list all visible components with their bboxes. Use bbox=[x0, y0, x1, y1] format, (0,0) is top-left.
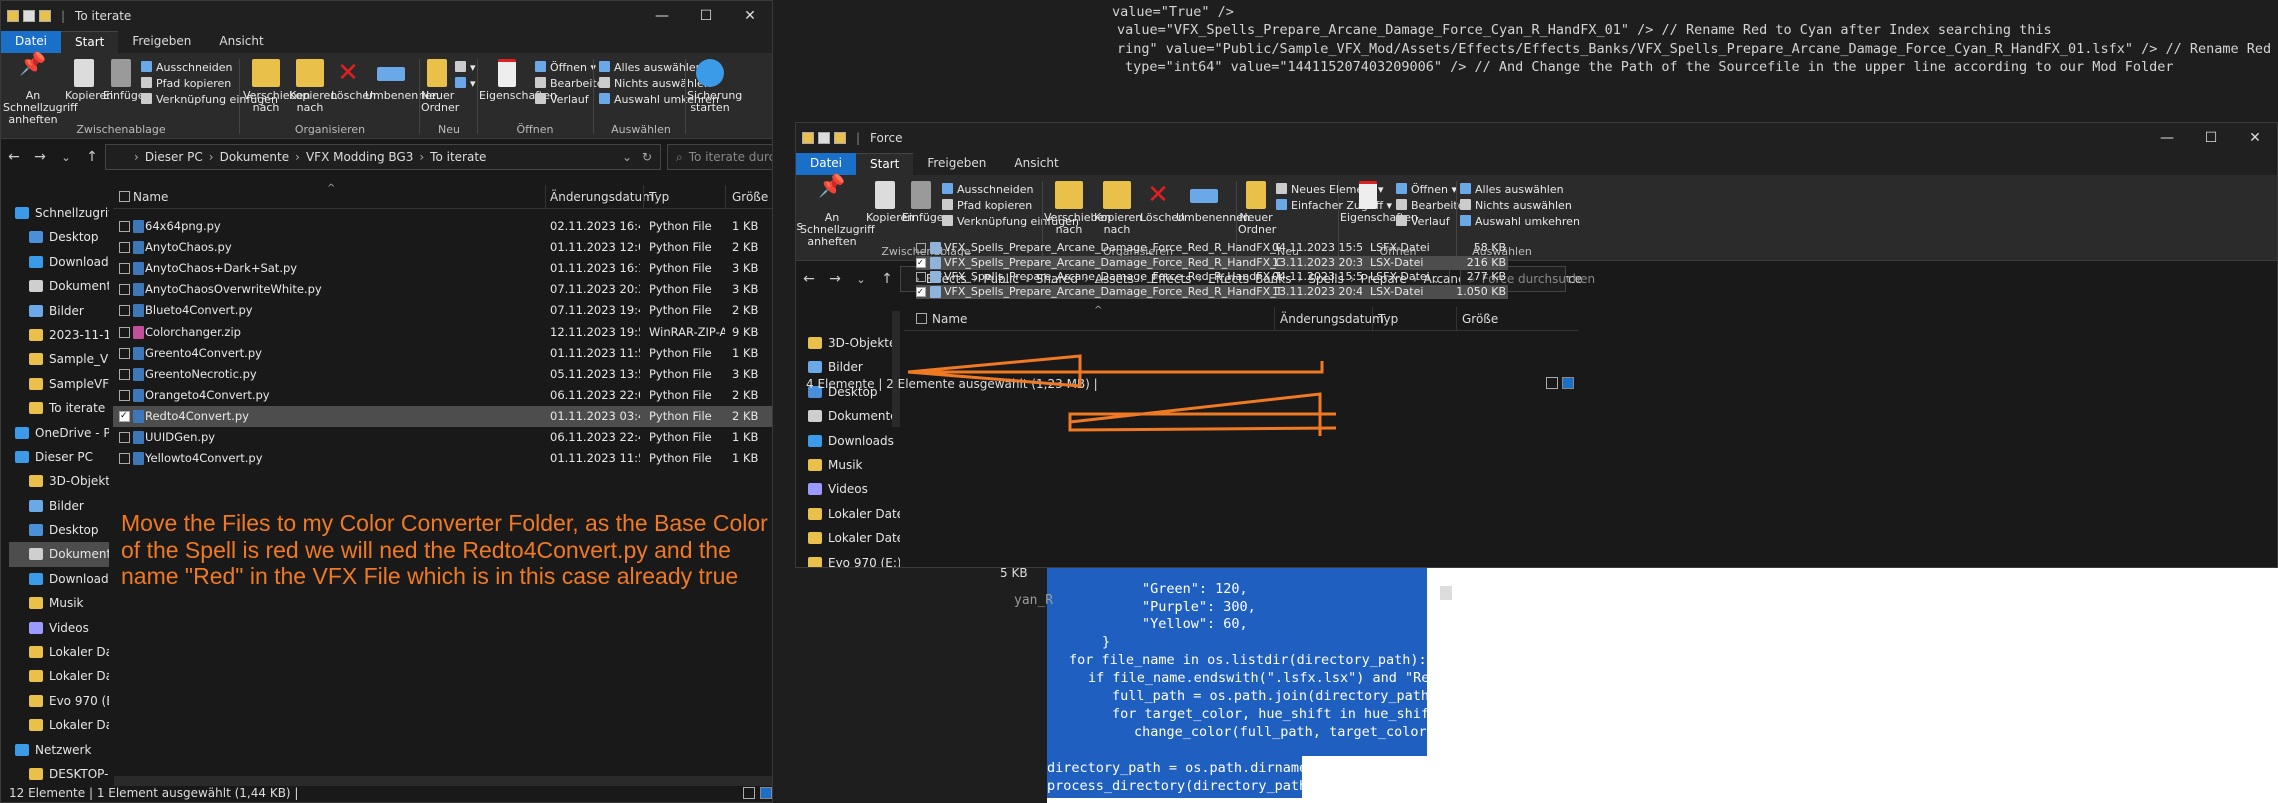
screen: value="True" /> value="VFX_Spells_Prepare… bbox=[0, 0, 2278, 803]
annotation-arrows bbox=[907, 354, 1337, 436]
